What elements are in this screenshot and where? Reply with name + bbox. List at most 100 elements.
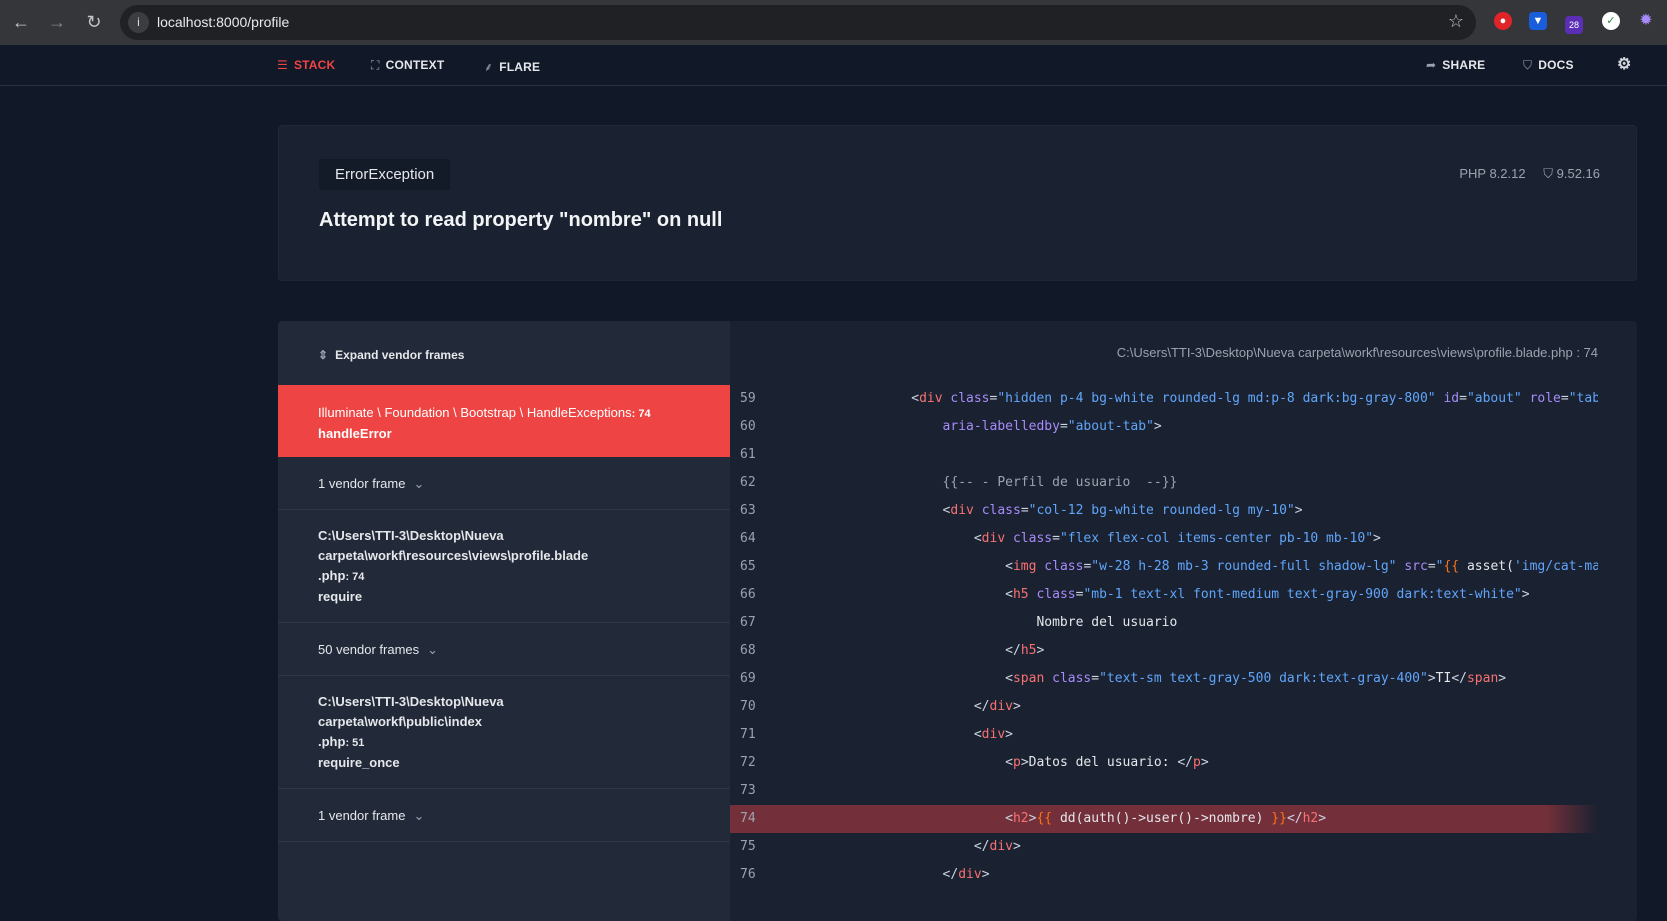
error-message: Attempt to read property "nombre" on nul… (319, 209, 723, 231)
code-text: </div> (786, 861, 990, 889)
code-token: > (1498, 671, 1507, 686)
extensions-puzzle-icon[interactable]: ✹ (1637, 12, 1655, 30)
line-number[interactable]: 67 (740, 609, 756, 637)
line-number[interactable]: 74 (740, 805, 756, 833)
vendor-frames-label: 1 vendor frame (318, 808, 406, 823)
code-line[interactable]: 64 <div class="flex flex-col items-cente… (730, 525, 1598, 553)
code-token: class (981, 503, 1021, 518)
frame-app[interactable]: C:\Users\TTI-3\Desktop\Nueva carpeta\wor… (278, 676, 730, 789)
code-token: div (989, 699, 1013, 714)
expand-vendor-frames-button[interactable]: ⇕ Expand vendor frames (278, 321, 730, 385)
line-number[interactable]: 63 (740, 497, 756, 525)
code-token: src (1404, 559, 1428, 574)
frame-method: require (318, 589, 363, 604)
code-token: = (1459, 391, 1467, 406)
line-number[interactable]: 60 (740, 413, 756, 441)
extension-check-icon[interactable]: ✓ (1602, 12, 1620, 30)
frame-path: carpeta\workf\public\index (318, 714, 482, 729)
code-text: <span class="text-sm text-gray-500 dark:… (786, 665, 1506, 693)
line-number[interactable]: 64 (740, 525, 756, 553)
line-number[interactable]: 70 (740, 693, 756, 721)
address-bar[interactable]: i localhost:8000/profile ☆ (120, 5, 1476, 40)
code-token: div (950, 503, 974, 518)
code-token: role (1529, 391, 1561, 406)
reload-icon[interactable]: ↻ (82, 10, 106, 34)
forward-icon[interactable]: → (45, 10, 69, 34)
code-token: "col-12 bg-white rounded-lg my-10" (1028, 503, 1295, 518)
code-line[interactable]: 69 <span class="text-sm text-gray-500 da… (730, 665, 1598, 693)
code-token: aria-labelledby (942, 419, 1060, 434)
code-text: <h2>{{ dd(auth()->user()->nombre) }}</h2… (786, 805, 1326, 833)
extension-bitwarden-icon[interactable]: ▼ (1529, 12, 1547, 30)
code-token: "w-28 h-28 mb-3 rounded-full shadow-lg" (1091, 559, 1397, 574)
code-token: "about" (1466, 391, 1522, 406)
line-number[interactable]: 72 (740, 749, 756, 777)
line-number[interactable]: 59 (740, 385, 756, 413)
code-line[interactable]: 73 (730, 777, 1598, 805)
frame-active[interactable]: Illuminate \ Foundation \ Bootstrap \ Ha… (278, 385, 730, 457)
line-number[interactable]: 71 (740, 721, 756, 749)
vendor-frames-toggle[interactable]: 1 vendor frame ⌄ (278, 457, 730, 510)
line-number[interactable]: 68 (740, 637, 756, 665)
code-line[interactable]: 62 {{-- - Perfil de usuario --}} (730, 469, 1598, 497)
line-number[interactable]: 62 (740, 469, 756, 497)
code-token: < (1005, 755, 1013, 770)
code-line[interactable]: 60 aria-labelledby="about-tab"> (730, 413, 1598, 441)
code-line[interactable]: 71 <div> (730, 721, 1598, 749)
vendor-frames-toggle[interactable]: 50 vendor frames ⌄ (278, 623, 730, 676)
vendor-frames-toggle[interactable]: 1 vendor frame ⌄ (278, 789, 730, 842)
tab-stack[interactable]: ☰ STACK (277, 58, 335, 72)
line-number[interactable]: 75 (740, 833, 756, 861)
file-path[interactable]: C:\Users\TTI-3\Desktop\Nueva carpeta\wor… (1117, 345, 1598, 360)
code-token: = (1020, 503, 1029, 518)
code-line[interactable]: 66 <h5 class="mb-1 text-xl font-medium t… (730, 581, 1598, 609)
code-line-highlighted[interactable]: 74 <h2>{{ dd(auth()->user()->nombre) }}<… (730, 805, 1598, 833)
settings-gear-icon[interactable]: ⚙ (1617, 54, 1632, 74)
back-icon[interactable]: ← (9, 10, 33, 34)
line-number[interactable]: 61 (740, 441, 756, 469)
code-line[interactable]: 75 </div> (730, 833, 1598, 861)
code-line[interactable]: 63 <div class="col-12 bg-white rounded-l… (730, 497, 1598, 525)
tab-context[interactable]: ⛶ CONTEXT (371, 58, 444, 73)
code-text: </h5> (786, 637, 1044, 665)
line-number[interactable]: 69 (740, 665, 756, 693)
code-line[interactable]: 61 (730, 441, 1598, 469)
frame-line: : 51 (345, 737, 365, 749)
line-number[interactable]: 73 (740, 777, 756, 805)
line-number[interactable]: 66 (740, 581, 756, 609)
extension-adblock-icon[interactable]: ● (1494, 12, 1512, 30)
code-token: span (1466, 671, 1499, 686)
tab-context-label: CONTEXT (385, 58, 445, 72)
code-token: > (1200, 755, 1209, 770)
bookmark-star-icon[interactable]: ☆ (1448, 11, 1464, 32)
code-token: > (1427, 671, 1436, 686)
extension-badge-icon[interactable]: 28 (1565, 16, 1583, 34)
frame-app[interactable]: C:\Users\TTI-3\Desktop\Nueva carpeta\wor… (278, 510, 730, 623)
code-token: class (1036, 587, 1076, 602)
code-token: </ (1005, 643, 1021, 658)
docs-button[interactable]: ⛉ DOCS (1523, 58, 1574, 73)
site-info-icon[interactable]: i (128, 12, 149, 33)
url-text[interactable]: localhost:8000/profile (157, 14, 289, 30)
frame-path: .php (318, 734, 346, 749)
code-line[interactable]: 59 <div class = "hidden p-4 bg-white round… (730, 385, 1598, 413)
share-button[interactable]: ➦ SHARE (1426, 58, 1485, 72)
code-line[interactable]: 76 </div> (730, 861, 1598, 889)
code-line[interactable]: 68 </h5> (730, 637, 1598, 665)
code-line[interactable]: 72 <p>Datos del usuario: </p> (730, 749, 1598, 777)
code-line[interactable]: 67 Nombre del usuario (730, 609, 1598, 637)
tab-flare[interactable]: ⸙ FLARE (484, 58, 540, 75)
line-number[interactable]: 76 (740, 861, 756, 889)
code-token: > (1005, 727, 1013, 742)
code-token: > (1012, 699, 1021, 714)
code-token: class (1052, 671, 1092, 686)
code-line[interactable]: 65 <img class = "w-28 h-28 mb-3 rounded-fu… (730, 553, 1598, 581)
tab-flare-label: FLARE (499, 60, 541, 74)
line-number[interactable]: 65 (740, 553, 756, 581)
code-token: 'img/cat-masc.png' (1513, 559, 1598, 574)
code-line[interactable]: 70 </div> (730, 693, 1598, 721)
